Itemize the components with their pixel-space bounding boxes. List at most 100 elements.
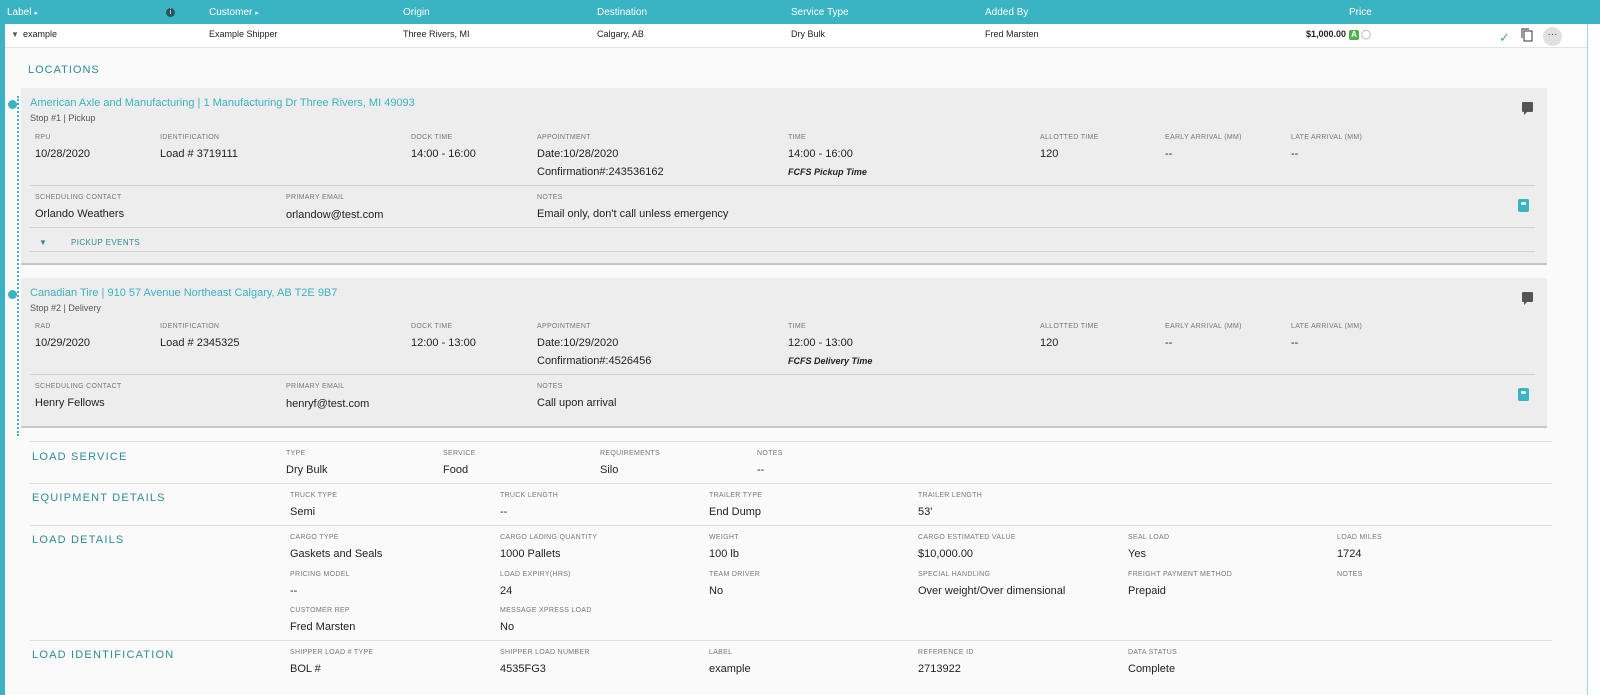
- row-destination: Calgary, AB: [597, 29, 644, 39]
- contact-card-icon[interactable]: [1518, 199, 1529, 212]
- sort-arrow-icon: ▸: [255, 10, 259, 17]
- identification-label: IDENTIFICATION: [160, 134, 220, 141]
- header-added-by[interactable]: Added By: [985, 7, 1028, 18]
- appointment-label: APPOINTMENT: [537, 323, 591, 330]
- collapse-caret-icon[interactable]: ▼: [11, 30, 19, 39]
- stop-title[interactable]: Canadian Tire | 910 57 Avenue Northeast …: [30, 287, 337, 299]
- pricing-model-label: PRICING MODEL: [290, 571, 350, 578]
- stop-title[interactable]: American Axle and Manufacturing | 1 Manu…: [30, 97, 415, 109]
- identification-label: IDENTIFICATION: [160, 323, 220, 330]
- special-handling-value: Over weight/Over dimensional: [918, 585, 1066, 597]
- row-added-by: Fred Marsten: [985, 29, 1039, 39]
- message-xpress-label: MESSAGE XPRESS LOAD: [500, 607, 592, 614]
- service-value: Food: [443, 464, 469, 476]
- sort-arrow-icon: ▸: [34, 10, 38, 17]
- header-customer[interactable]: Customer ▸: [209, 7, 259, 18]
- notes-label: NOTES: [537, 194, 563, 201]
- est-value-value: $10,000.00: [918, 548, 974, 560]
- details-notes-label: NOTES: [1337, 571, 1363, 578]
- header-label[interactable]: Label ▸: [7, 7, 38, 18]
- special-handling-label: SPECIAL HANDLING: [918, 571, 991, 578]
- late-arrival-value: --: [1291, 148, 1299, 160]
- divider: [30, 227, 1535, 228]
- comment-icon[interactable]: [1522, 292, 1533, 305]
- dock-time-value: 12:00 - 13:00: [411, 337, 476, 349]
- locations-title: LOCATIONS: [28, 64, 100, 76]
- divider: [30, 374, 1535, 375]
- more-options-button[interactable]: ···: [1543, 27, 1562, 46]
- header-origin[interactable]: Origin: [403, 7, 430, 18]
- row-right-border: [1587, 24, 1588, 695]
- header-service-type[interactable]: Service Type: [791, 7, 849, 18]
- seal-load-value: Yes: [1128, 548, 1146, 560]
- date-value: 10/29/2020: [35, 337, 91, 349]
- stop-subtitle: Stop #1 | Pickup: [30, 113, 96, 123]
- scheduling-contact-label: SCHEDULING CONTACT: [35, 194, 122, 201]
- lading-qty-label: CARGO LADING QUANTITY: [500, 534, 598, 541]
- row-customer: Example Shipper: [209, 29, 278, 39]
- service-notes-label: NOTES: [757, 450, 783, 457]
- timeline-dot: [8, 100, 17, 109]
- header-destination[interactable]: Destination: [597, 7, 647, 18]
- copy-icon[interactable]: [1521, 28, 1533, 42]
- column-header-bar: Label ▸ i Customer ▸ Origin Destination Se…: [0, 0, 1600, 24]
- late-arrival-label: LATE ARRIVAL (MM): [1291, 134, 1363, 141]
- status-badge: A: [1349, 29, 1360, 40]
- divider: [30, 185, 1535, 186]
- timeline-dot: [8, 290, 17, 299]
- truck-length-value: --: [500, 506, 508, 518]
- appointment-label: APPOINTMENT: [537, 134, 591, 141]
- early-arrival-value: --: [1165, 337, 1173, 349]
- stop-subtitle: Stop #2 | Delivery: [30, 303, 101, 313]
- cargo-type-value: Gaskets and Seals: [290, 548, 383, 560]
- load-miles-value: 1724: [1337, 548, 1362, 560]
- price-value: $1,000.00: [1306, 29, 1347, 39]
- notes-value: Email only, don't call unless emergency: [537, 208, 729, 220]
- comment-icon[interactable]: [1522, 102, 1533, 115]
- stop-card-delivery: Canadian Tire | 910 57 Avenue Northeast …: [21, 278, 1547, 428]
- late-arrival-value: --: [1291, 337, 1299, 349]
- row-label: example: [23, 29, 58, 39]
- primary-email-label: PRIMARY EMAIL: [286, 194, 345, 201]
- load-expiry-label: LOAD EXPIRY(HRS): [500, 571, 571, 578]
- team-driver-label: TEAM DRIVER: [709, 571, 761, 578]
- scheduling-contact-value: Henry Fellows: [35, 397, 105, 409]
- data-status-label: DATA STATUS: [1128, 649, 1178, 656]
- date-value: 10/28/2020: [35, 148, 91, 160]
- date-label: RAD: [35, 323, 51, 330]
- appointment-date: Date:10/28/2020: [537, 148, 619, 160]
- notes-value: Call upon arrival: [537, 397, 617, 409]
- id-label-value: example: [709, 663, 751, 675]
- divider: [30, 251, 1535, 252]
- notes-label: NOTES: [537, 383, 563, 390]
- divider: [30, 483, 1552, 484]
- contact-card-icon[interactable]: [1518, 388, 1529, 401]
- dock-time-label: DOCK TIME: [411, 323, 453, 330]
- row-price: $1,000.00 A ◯: [1306, 29, 1371, 40]
- date-label: RPU: [35, 134, 51, 141]
- early-arrival-label: EARLY ARRIVAL (MM): [1165, 134, 1242, 141]
- info-icon[interactable]: i: [166, 8, 175, 17]
- allotted-time-label: ALLOTTED TIME: [1040, 134, 1099, 141]
- service-type-label: TYPE: [286, 450, 306, 457]
- service-label: SERVICE: [443, 450, 476, 457]
- trailer-length-value: 53': [918, 506, 933, 518]
- time-label: TIME: [788, 134, 806, 141]
- cargo-type-label: CARGO TYPE: [290, 534, 339, 541]
- scheduling-contact-value: Orlando Weathers: [35, 208, 125, 220]
- identification-value: Load # 3719111: [160, 148, 238, 160]
- freight-payment-label: FREIGHT PAYMENT METHOD: [1128, 571, 1233, 578]
- check-icon[interactable]: ✓: [1499, 30, 1510, 46]
- est-value-label: CARGO ESTIMATED VALUE: [918, 534, 1016, 541]
- id-label-label: LABEL: [709, 649, 733, 656]
- row-service-type: Dry Bulk: [791, 29, 826, 39]
- pickup-events-toggle[interactable]: PICKUP EVENTS: [71, 238, 140, 247]
- truck-length-label: TRUCK LENGTH: [500, 492, 559, 499]
- reference-id-label: REFERENCE ID: [918, 649, 974, 656]
- load-details-title: LOAD DETAILS: [32, 534, 125, 546]
- expand-caret-icon[interactable]: ▼: [39, 238, 47, 247]
- table-row[interactable]: ▼ example Example Shipper Three Rivers, …: [5, 24, 1587, 48]
- primary-email-value: orlandow@test.com: [286, 209, 384, 221]
- header-price[interactable]: Price: [1349, 7, 1372, 18]
- lading-qty-value: 1000 Pallets: [500, 548, 561, 560]
